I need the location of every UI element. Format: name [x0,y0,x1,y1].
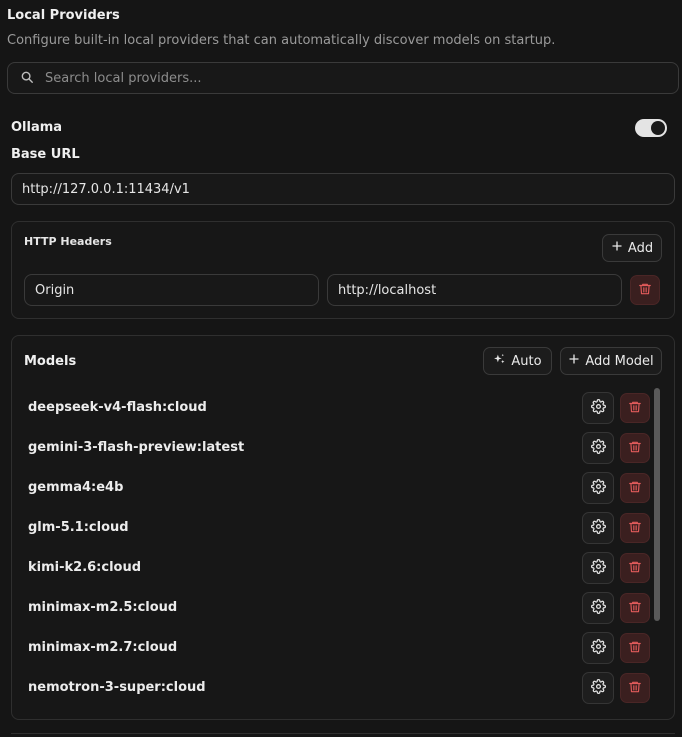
trash-icon [628,679,642,698]
gear-icon [590,598,606,618]
trash-icon [628,399,642,418]
model-row: kimi-k2.6:cloud [12,548,652,588]
trash-icon [628,519,642,538]
add-header-label: Add [627,240,654,256]
gear-icon [590,638,606,658]
search-box[interactable] [7,62,679,94]
add-header-button[interactable]: Add [602,234,662,262]
auto-label: Auto [511,353,542,369]
model-name: deepseek-v4-flash:cloud [28,400,207,415]
trash-icon [628,439,642,458]
toggle-knob [651,121,665,135]
model-name: gemma4:e4b [28,480,124,495]
model-name: nemotron-3-super:cloud [28,680,206,695]
delete-model-button[interactable] [620,473,650,503]
gear-icon [590,398,606,418]
models-title: Models [24,354,77,369]
add-model-label: Add Model [585,353,654,369]
add-model-button[interactable]: Add Model [560,347,662,375]
section-description: Configure built-in local providers that … [7,33,556,48]
http-headers-title: HTTP Headers [24,235,112,248]
model-row: deepseek-v4-flash:cloud [12,388,652,428]
model-row: glm-5.1:cloud [12,508,652,548]
header-key-input[interactable] [24,274,319,306]
model-settings-button[interactable] [582,592,614,624]
plus-icon [568,353,580,369]
delete-model-button[interactable] [620,673,650,703]
model-settings-button[interactable] [582,472,614,504]
gear-icon [590,678,606,698]
model-settings-button[interactable] [582,552,614,584]
delete-model-button[interactable] [620,593,650,623]
model-settings-button[interactable] [582,632,614,664]
models-card: Models Auto Add Model deepseek-v4-flash:… [11,335,675,720]
scrollbar[interactable] [654,388,660,621]
model-settings-button[interactable] [582,432,614,464]
divider [11,733,675,734]
header-value-input[interactable] [327,274,622,306]
model-row: nemotron-3-super:cloud [12,668,652,708]
model-name: gemini-3-flash-preview:latest [28,440,245,455]
gear-icon [590,478,606,498]
model-settings-button[interactable] [582,512,614,544]
model-settings-button[interactable] [582,392,614,424]
model-name: kimi-k2.6:cloud [28,560,142,575]
delete-model-button[interactable] [620,633,650,663]
gear-icon [590,558,606,578]
trash-icon [628,559,642,578]
trash-icon [628,479,642,498]
base-url-label: Base URL [11,147,80,162]
model-row: minimax-m2.7:cloud [12,628,652,668]
search-icon [20,69,34,88]
plus-icon [611,240,623,256]
delete-model-button[interactable] [620,553,650,583]
trash-icon [628,599,642,618]
delete-model-button[interactable] [620,513,650,543]
base-url-input[interactable] [11,173,675,205]
trash-icon [628,639,642,658]
model-row: gemma4:e4b [12,468,652,508]
model-row: gemini-3-flash-preview:latest [12,428,652,468]
search-input[interactable] [45,70,645,86]
auto-discover-button[interactable]: Auto [483,347,552,375]
model-name: minimax-m2.5:cloud [28,600,178,615]
model-row: minimax-m2.5:cloud [12,588,652,628]
gear-icon [590,438,606,458]
delete-model-button[interactable] [620,433,650,463]
section-title: Local Providers [7,8,120,23]
trash-icon [638,281,652,300]
model-settings-button[interactable] [582,672,614,704]
model-name: minimax-m2.7:cloud [28,640,178,655]
provider-name: Ollama [11,120,63,135]
gear-icon [590,518,606,538]
delete-header-button[interactable] [630,275,660,305]
http-headers-card: HTTP Headers Add [11,221,675,319]
sparkle-icon [493,353,506,370]
provider-enabled-toggle[interactable] [635,119,667,137]
delete-model-button[interactable] [620,393,650,423]
model-name: glm-5.1:cloud [28,520,129,535]
